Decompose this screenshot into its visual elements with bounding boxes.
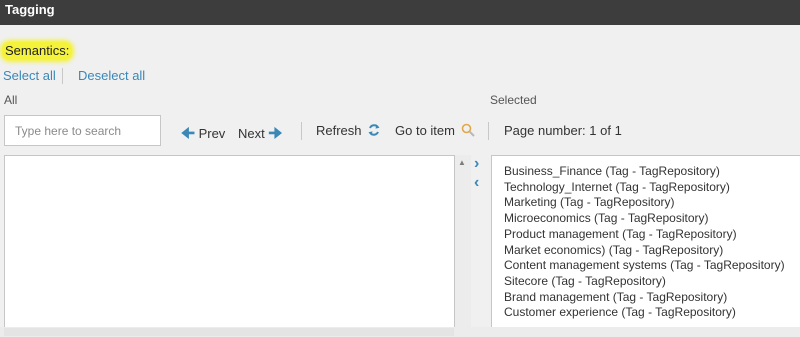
chevron-left-icon: ‹ xyxy=(474,174,480,191)
selected-column-label: Selected xyxy=(490,93,537,107)
chevron-right-icon: › xyxy=(474,155,480,172)
all-column-label: All xyxy=(4,93,18,107)
next-button[interactable]: Next 🠊 xyxy=(238,123,282,148)
refresh-icon xyxy=(368,124,380,136)
search-input[interactable] xyxy=(4,115,161,146)
move-left-button[interactable]: ‹ xyxy=(474,174,479,192)
next-label: Next xyxy=(238,126,265,141)
prev-label: Prev xyxy=(198,126,226,141)
list-item[interactable]: Market economics) (Tag - TagRepository) xyxy=(504,243,800,259)
window-title: Tagging xyxy=(5,2,55,17)
list-item[interactable]: Business_Finance (Tag - TagRepository) xyxy=(504,164,800,180)
deselect-all-link[interactable]: Deselect all xyxy=(78,68,145,83)
select-all-link[interactable]: Select all xyxy=(3,68,56,83)
refresh-label: Refresh xyxy=(316,123,362,138)
list-item[interactable]: Marketing (Tag - TagRepository) xyxy=(504,195,800,211)
list-item[interactable]: Content management systems (Tag - TagRep… xyxy=(504,258,800,274)
divider xyxy=(62,68,63,84)
horizontal-scrollbar[interactable] xyxy=(4,328,454,336)
page-number: Page number: 1 of 1 xyxy=(504,123,622,138)
title-bar: Tagging xyxy=(0,0,800,25)
list-item[interactable]: Microeconomics (Tag - TagRepository) xyxy=(504,211,800,227)
list-item[interactable]: Customer experience (Tag - TagRepository… xyxy=(504,305,800,321)
list-item[interactable]: Sitecore (Tag - TagRepository) xyxy=(504,274,800,290)
selected-list[interactable]: Business_Finance (Tag - TagRepository) T… xyxy=(491,155,800,337)
list-item[interactable]: Product management (Tag - TagRepository) xyxy=(504,227,800,243)
go-to-item-button[interactable]: Go to item xyxy=(395,123,475,138)
available-list[interactable] xyxy=(4,155,455,337)
divider xyxy=(488,122,489,140)
prev-button[interactable]: 🠈 Prev xyxy=(181,123,225,148)
arrow-right-icon: 🠊 xyxy=(268,125,283,142)
go-to-item-label: Go to item xyxy=(395,123,455,138)
list-item[interactable]: Brand management (Tag - TagRepository) xyxy=(504,290,800,306)
magnifier-icon xyxy=(461,123,475,137)
list-item[interactable]: Technology_Internet (Tag - TagRepository… xyxy=(504,180,800,196)
scrollbar[interactable]: ▲ xyxy=(455,155,471,327)
refresh-button[interactable]: Refresh xyxy=(316,123,381,138)
scroll-up-icon[interactable]: ▲ xyxy=(458,159,466,167)
field-label: Semantics: xyxy=(2,42,73,60)
move-right-button[interactable]: › xyxy=(474,155,479,173)
arrow-left-icon: 🠈 xyxy=(181,125,195,142)
divider xyxy=(301,122,302,140)
